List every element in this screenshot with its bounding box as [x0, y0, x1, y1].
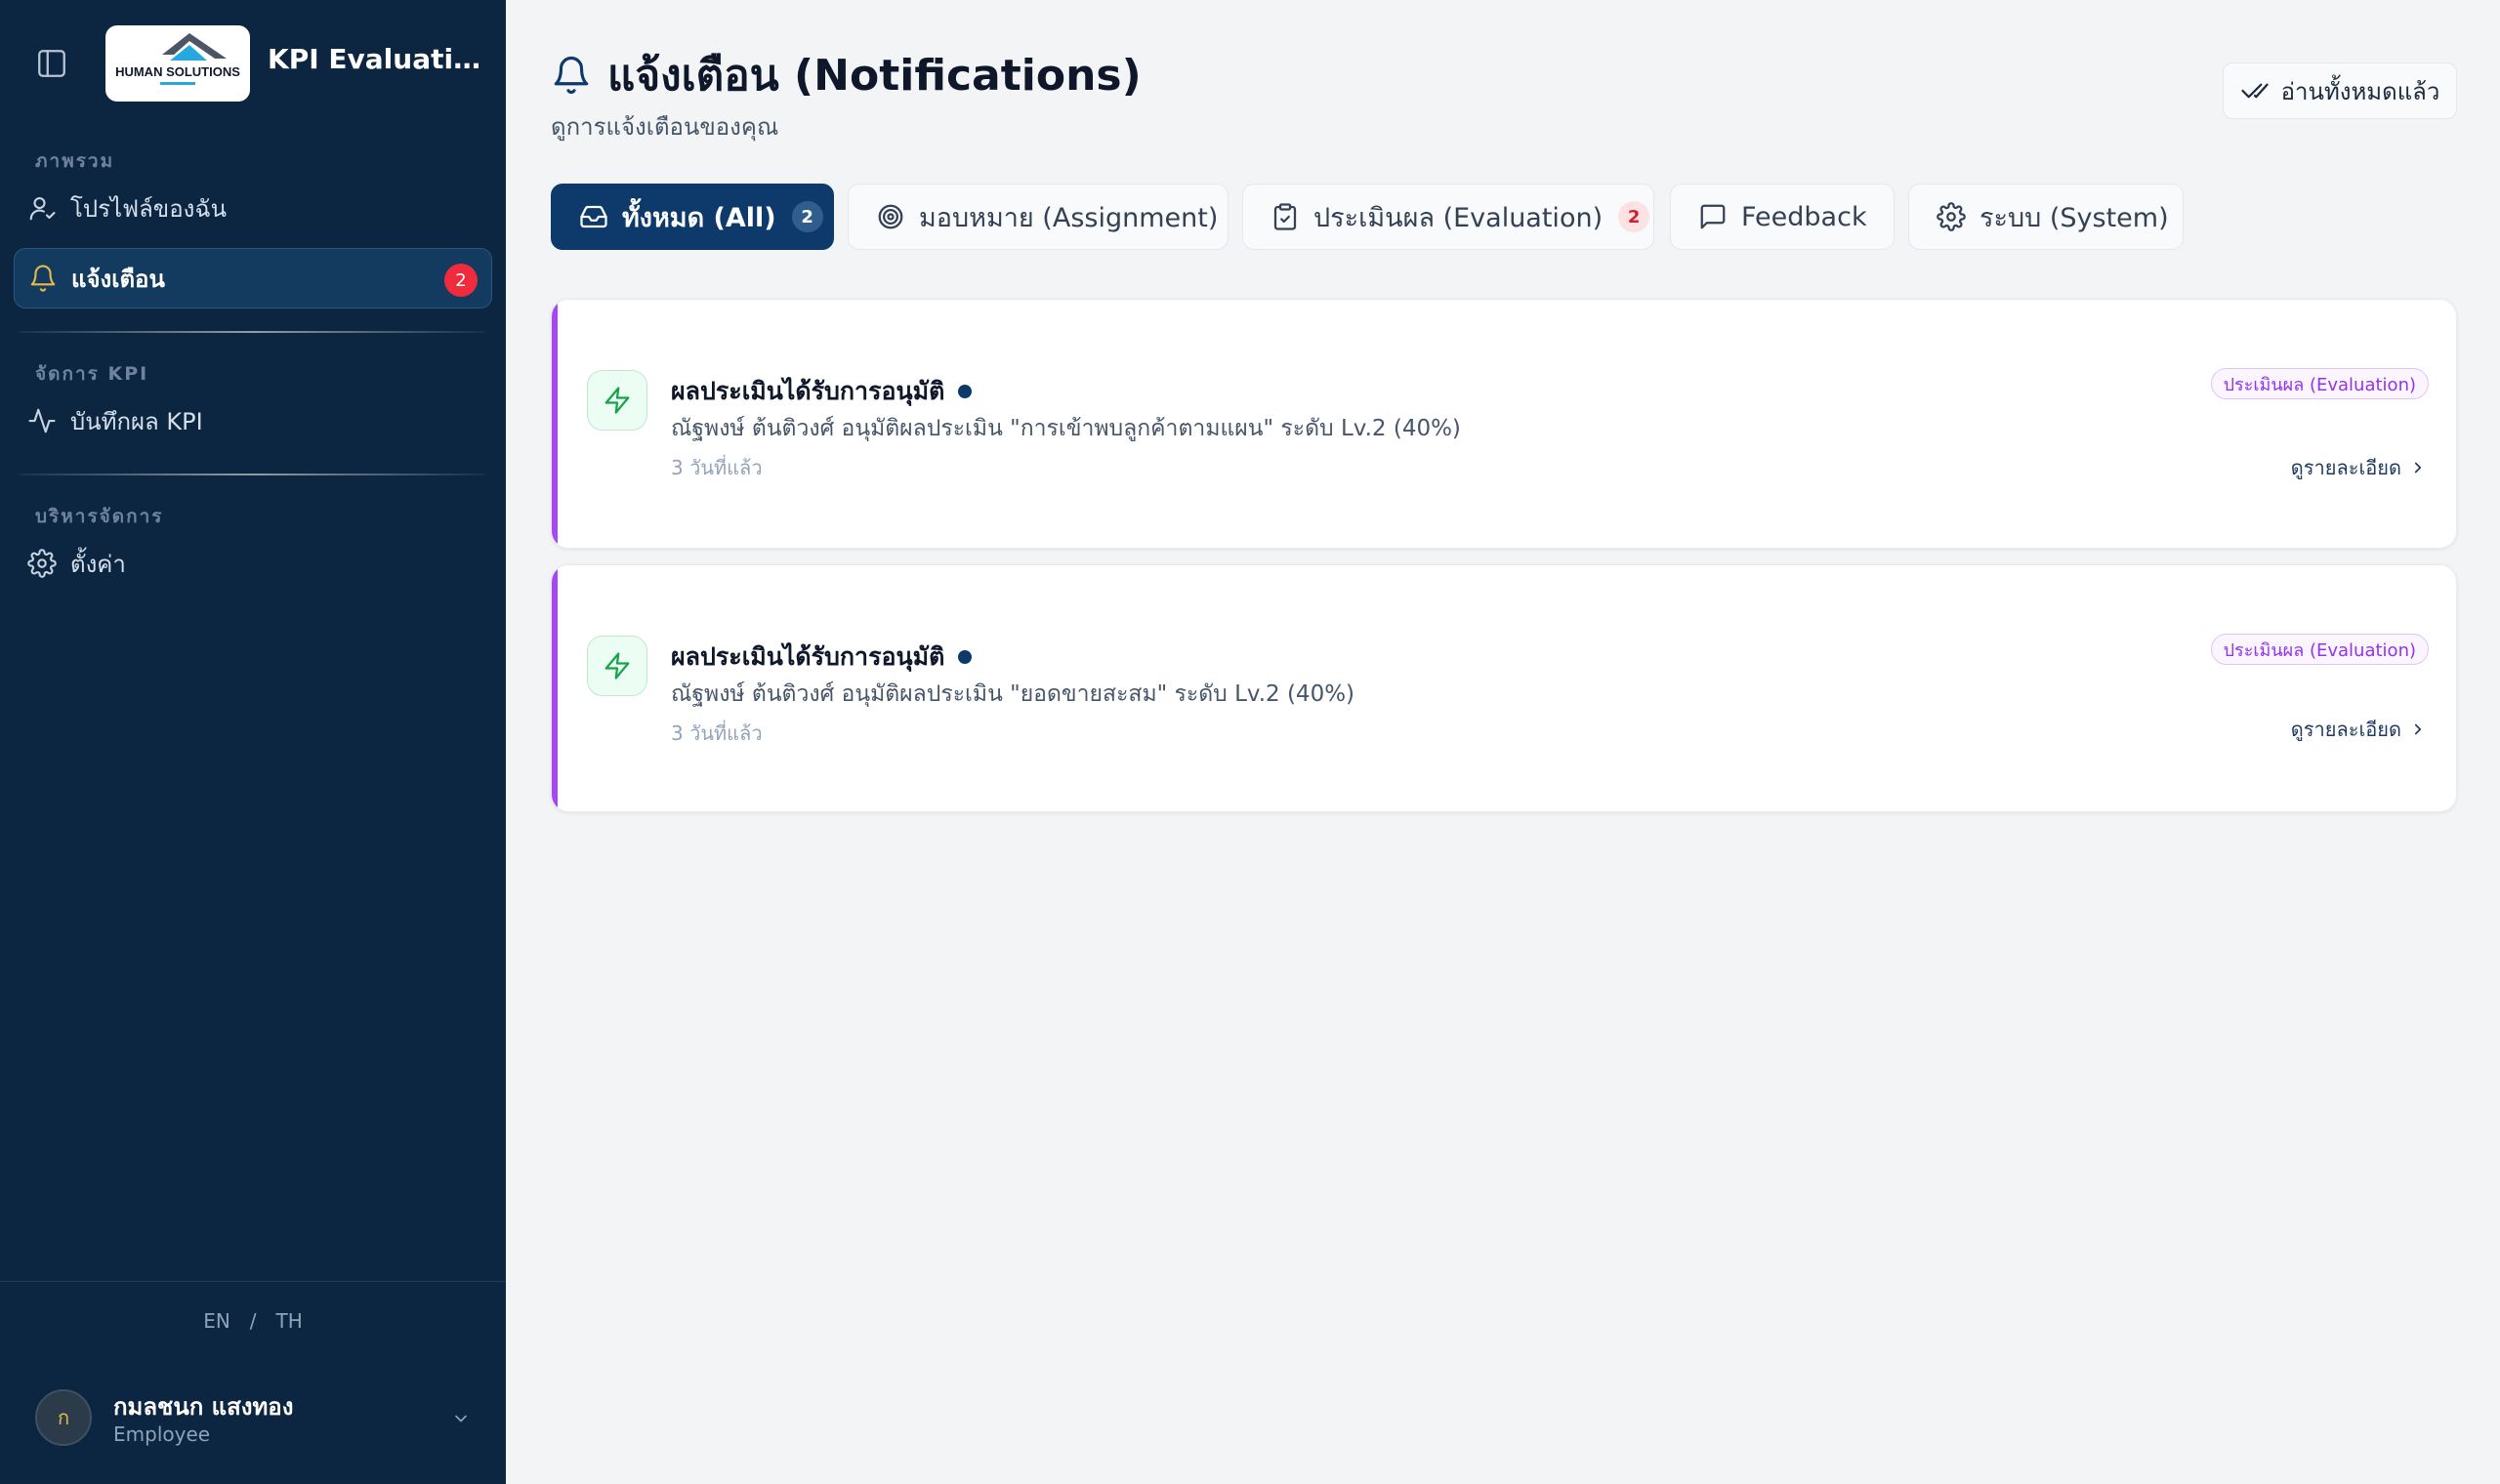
zap-icon: [587, 636, 647, 696]
category-tag: ประเมินผล (Evaluation): [2210, 634, 2429, 665]
lang-en-button[interactable]: EN: [203, 1309, 230, 1333]
sidebar-item-notifications[interactable]: แจ้งเตือน 2: [14, 248, 492, 309]
section-divider: [20, 331, 484, 333]
section-divider: [20, 474, 484, 475]
view-detail-link[interactable]: ดูรายละเอียด: [2291, 452, 2427, 483]
tab-label: ระบบ (System): [1979, 202, 2169, 233]
user-role: Employee: [113, 1422, 211, 1446]
unread-dot: [958, 650, 973, 664]
user-icon: [29, 196, 56, 221]
page-subtitle: ดูการแจ้งเตือนของคุณ: [551, 113, 779, 141]
sidebar-item-label: แจ้งเตือน: [71, 265, 165, 293]
lang-separator: /: [249, 1309, 257, 1333]
tab-system[interactable]: ระบบ (System): [1908, 184, 2184, 250]
inbox-icon: [580, 205, 607, 228]
notification-message: ณัฐพงษ์ ต้นติวงศ์ อนุมัติผลประเมิน "การเ…: [671, 416, 1461, 441]
tab-label: มอบหมาย (Assignment): [919, 202, 1219, 233]
notification-title-text: ผลประเมินได้รับการอนุมัติ: [671, 377, 945, 405]
target-icon: [878, 204, 903, 229]
chevron-right-icon: [2414, 462, 2422, 474]
tab-assignment[interactable]: มอบหมาย (Assignment): [848, 184, 1229, 250]
avatar[interactable]: ก: [35, 1389, 92, 1446]
section-label-admin: บริหารจัดการ: [35, 506, 164, 527]
notification-card[interactable]: ผลประเมินได้รับการอนุมัติ ณัฐพงษ์ ต้นติว…: [551, 564, 2457, 812]
view-detail-link[interactable]: ดูรายละเอียด: [2291, 714, 2427, 745]
svg-text:HUMAN SOLUTIONS: HUMAN SOLUTIONS: [115, 64, 240, 79]
bell-icon: [30, 265, 56, 292]
section-label-kpi: จัดการ KPI: [35, 363, 149, 385]
chevron-down-icon[interactable]: [451, 1409, 471, 1428]
notification-title-text: ผลประเมินได้รับการอนุมัติ: [671, 642, 945, 671]
company-logo: HUMAN SOLUTIONS: [105, 25, 250, 102]
tab-all[interactable]: ทั้งหมด (All) 2: [551, 184, 834, 250]
lang-th-button[interactable]: TH: [276, 1309, 303, 1333]
app-title: KPI Evaluation ...: [268, 43, 492, 75]
user-name[interactable]: กมลชนก แสงทอง: [113, 1387, 293, 1425]
tab-count-badge: 2: [791, 201, 823, 232]
section-label-overview: ภาพรวม: [35, 150, 115, 172]
sidebar-item-label: ตั้งค่า: [70, 550, 126, 578]
chevron-right-icon: [2414, 723, 2422, 735]
notification-time: 3 วันที่แล้ว: [671, 456, 763, 479]
sidebar: HUMAN SOLUTIONS KPI Evaluation ... ภาพรว…: [0, 0, 506, 1484]
tab-label: ทั้งหมด (All): [622, 202, 776, 233]
clipboard-check-icon: [1273, 203, 1297, 230]
sidebar-toggle-icon[interactable]: [35, 47, 68, 80]
unread-dot: [958, 385, 973, 398]
view-detail-label: ดูรายละเอียด: [2290, 718, 2401, 741]
tab-label: Feedback: [1741, 201, 1867, 232]
bell-icon: [554, 57, 589, 95]
tab-count-badge: 2: [1618, 201, 1650, 232]
gear-icon: [1937, 202, 1966, 231]
sidebar-item-kpi-record[interactable]: บันทึกผล KPI: [14, 391, 492, 451]
sidebar-item-profile[interactable]: โปรไฟล์ของฉัน: [14, 178, 492, 238]
sidebar-item-settings[interactable]: ตั้งค่า: [14, 533, 492, 594]
notification-count-badge: 2: [444, 264, 478, 297]
message-icon: [1700, 204, 1726, 229]
sidebar-item-label: โปรไฟล์ของฉัน: [70, 194, 228, 223]
notification-title: ผลประเมินได้รับการอนุมัติ: [671, 638, 973, 677]
gear-icon: [27, 549, 57, 578]
sidebar-item-label: บันทึกผล KPI: [70, 407, 203, 435]
page-header: แจ้งเตือน (Notifications): [551, 41, 1142, 109]
double-check-icon: [2241, 83, 2269, 99]
notification-title: ผลประเมินได้รับการอนุมัติ: [671, 372, 973, 411]
tab-label: ประเมินผล (Evaluation): [1313, 202, 1604, 233]
notification-card[interactable]: ผลประเมินได้รับการอนุมัติ ณัฐพงษ์ ต้นติว…: [551, 299, 2457, 549]
sidebar-footer: EN / TH ก กมลชนก แสงทอง Employee: [0, 1281, 506, 1484]
tab-evaluation[interactable]: ประเมินผล (Evaluation) 2: [1242, 184, 1654, 250]
zap-icon: [587, 370, 647, 431]
activity-icon: [28, 408, 56, 433]
notification-message: ณัฐพงษ์ ต้นติวงศ์ อนุมัติผลประเมิน "ยอดข…: [671, 681, 1355, 707]
tab-feedback[interactable]: Feedback: [1670, 184, 1895, 250]
view-detail-label: ดูรายละเอียด: [2290, 456, 2401, 479]
language-switcher: EN / TH: [0, 1309, 506, 1333]
category-tag: ประเมินผล (Evaluation): [2210, 368, 2429, 399]
notification-time: 3 วันที่แล้ว: [671, 721, 763, 745]
mark-all-read-button[interactable]: อ่านทั้งหมดแล้ว: [2223, 62, 2457, 119]
page-title: แจ้งเตือน (Notifications): [607, 51, 1142, 101]
mark-all-read-label: อ่านทั้งหมดแล้ว: [2280, 77, 2440, 105]
